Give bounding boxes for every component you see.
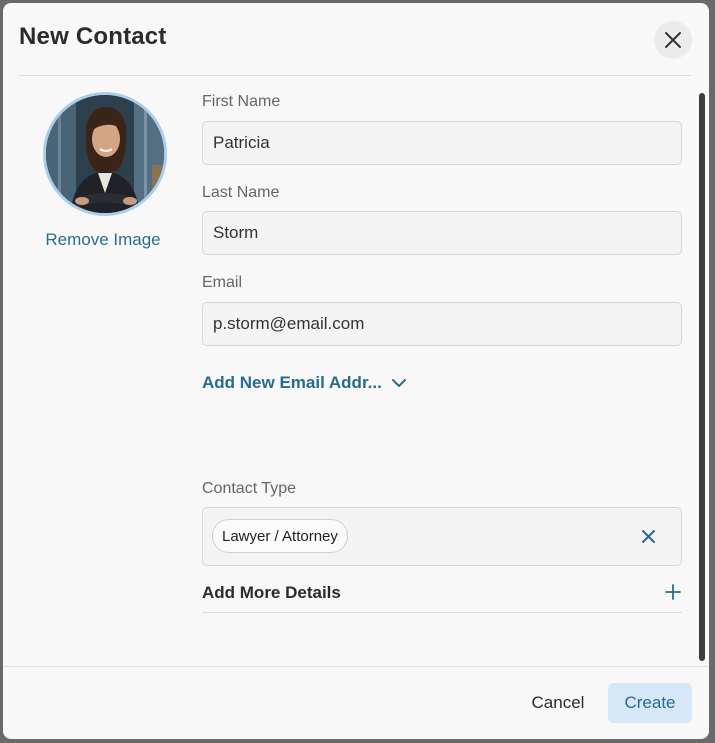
create-button[interactable]: Create: [608, 683, 692, 723]
dialog-title: New Contact: [19, 23, 167, 50]
add-email-label: Add New Email Addr...: [202, 373, 382, 392]
footer-divider: [3, 666, 709, 667]
scrollbar[interactable]: [699, 93, 705, 661]
cancel-button[interactable]: Cancel: [520, 683, 596, 723]
last-name-field[interactable]: [202, 211, 682, 255]
chevron-down-icon: [391, 379, 406, 387]
contact-type-label: Contact Type: [202, 480, 296, 497]
contact-type-chip[interactable]: Lawyer / Attorney: [212, 519, 348, 553]
header-divider: [19, 75, 691, 76]
avatar-photo: [46, 95, 164, 213]
new-contact-dialog: New Contact Remove Image First Name Patr…: [3, 3, 709, 739]
add-more-details-label: Add More Details: [202, 583, 341, 602]
add-more-details-row[interactable]: Add More Details: [202, 579, 682, 613]
email-field[interactable]: [202, 302, 682, 346]
close-icon: [665, 32, 681, 48]
clear-contact-type-button[interactable]: [637, 525, 659, 547]
first-name-field[interactable]: [202, 121, 682, 165]
first-name-label: First Name: [202, 93, 281, 110]
close-button[interactable]: [654, 21, 692, 59]
dialog-header: New Contact: [3, 3, 709, 75]
last-name-label: Last Name: [202, 184, 280, 201]
plus-icon[interactable]: [664, 583, 682, 601]
close-icon: [641, 529, 655, 543]
contact-type-select[interactable]: Lawyer / Attorney: [202, 507, 682, 566]
remove-image-link[interactable]: Remove Image: [23, 230, 183, 250]
avatar[interactable]: [43, 92, 167, 216]
add-email-dropdown[interactable]: Add New Email Addr...: [202, 373, 406, 393]
email-label: Email: [202, 274, 243, 291]
